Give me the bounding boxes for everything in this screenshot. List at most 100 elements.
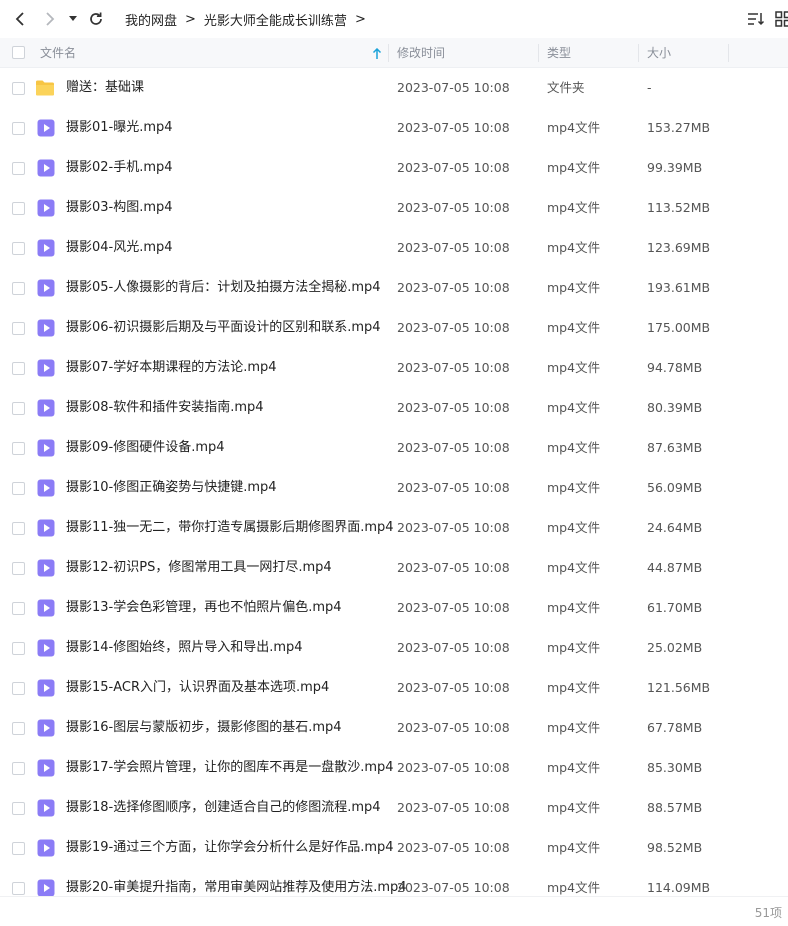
row-checkbox[interactable] — [12, 642, 25, 655]
row-checkbox[interactable] — [12, 842, 25, 855]
sort-ascending-icon[interactable] — [372, 38, 382, 68]
item-count: 51项 — [754, 906, 782, 920]
column-header-mtime[interactable]: 修改时间 — [397, 38, 445, 68]
table-row[interactable]: 赠送：基础课 2023-07-05 10:08 文件夹 - — [0, 68, 788, 108]
file-name[interactable]: 摄影12-初识PS，修图常用工具一网打尽.mp4 — [66, 548, 332, 588]
table-row[interactable]: 摄影08-软件和插件安装指南.mp4 2023-07-05 10:08 mp4文件 8… — [0, 388, 788, 428]
file-name[interactable]: 摄影03-构图.mp4 — [66, 188, 173, 228]
file-name[interactable]: 摄影15-ACR入门，认识界面及基本选项.mp4 — [66, 668, 329, 708]
column-header-name[interactable]: 文件名 — [40, 38, 76, 68]
table-row[interactable]: 摄影13-学会色彩管理，再也不怕照片偏色.mp4 2023-07-05 10:08… — [0, 588, 788, 628]
file-name[interactable]: 摄影19-通过三个方面，让你学会分析什么是好作品.mp4 — [66, 828, 394, 868]
video-file-icon — [37, 719, 55, 737]
row-checkbox[interactable] — [12, 362, 25, 375]
row-checkbox[interactable] — [12, 242, 25, 255]
file-modified-time: 2023-07-05 10:08 — [397, 400, 510, 415]
video-file-icon — [37, 119, 55, 137]
history-dropdown-button[interactable] — [63, 7, 83, 31]
breadcrumb-item-current-folder[interactable]: 光影大师全能成长训练营 — [204, 10, 347, 29]
status-bar: 51项 — [0, 896, 788, 926]
row-checkbox[interactable] — [12, 602, 25, 615]
table-row[interactable]: 摄影15-ACR入门，认识界面及基本选项.mp4 2023-07-05 10:08… — [0, 668, 788, 708]
video-file-icon — [37, 639, 55, 657]
file-name[interactable]: 摄影01-曝光.mp4 — [66, 108, 173, 148]
row-checkbox[interactable] — [12, 402, 25, 415]
file-name[interactable]: 摄影09-修图硬件设备.mp4 — [66, 428, 225, 468]
file-type: mp4文件 — [547, 600, 601, 615]
file-size: 24.64MB — [647, 520, 703, 535]
file-name[interactable]: 摄影14-修图始终，照片导入和导出.mp4 — [66, 628, 303, 668]
file-name[interactable]: 摄影18-选择修图顺序，创建适合自己的修图流程.mp4 — [66, 788, 381, 828]
row-checkbox[interactable] — [12, 882, 25, 895]
grid-view-button[interactable] — [772, 8, 788, 30]
file-name[interactable]: 摄影11-独一无二，带你打造专属摄影后期修图界面.mp4 — [66, 508, 394, 548]
file-name[interactable]: 摄影02-手机.mp4 — [66, 148, 173, 188]
file-size: 88.57MB — [647, 800, 703, 815]
row-checkbox[interactable] — [12, 762, 25, 775]
table-row[interactable]: 摄影12-初识PS，修图常用工具一网打尽.mp4 2023-07-05 10:08… — [0, 548, 788, 588]
row-checkbox[interactable] — [12, 322, 25, 335]
table-row[interactable]: 摄影06-初识摄影后期及与平面设计的区别和联系.mp4 2023-07-05 10… — [0, 308, 788, 348]
row-checkbox[interactable] — [12, 202, 25, 215]
breadcrumb-item-my-drive[interactable]: 我的网盘 — [125, 10, 177, 29]
table-row[interactable]: 摄影16-图层与蒙版初步，摄影修图的基石.mp4 2023-07-05 10:08… — [0, 708, 788, 748]
table-row[interactable]: 摄影19-通过三个方面，让你学会分析什么是好作品.mp4 2023-07-05 1… — [0, 828, 788, 868]
row-checkbox[interactable] — [12, 482, 25, 495]
row-checkbox[interactable] — [12, 722, 25, 735]
column-header-type[interactable]: 类型 — [547, 38, 571, 68]
video-file-icon — [37, 439, 55, 457]
file-type: mp4文件 — [547, 480, 601, 495]
row-checkbox[interactable] — [12, 282, 25, 295]
row-checkbox[interactable] — [12, 162, 25, 175]
file-name[interactable]: 摄影13-学会色彩管理，再也不怕照片偏色.mp4 — [66, 588, 342, 628]
folder-icon — [35, 79, 54, 97]
refresh-button[interactable] — [84, 7, 108, 31]
column-divider[interactable] — [638, 44, 639, 62]
sort-menu-button[interactable] — [745, 8, 767, 30]
table-row[interactable]: 摄影18-选择修图顺序，创建适合自己的修图流程.mp4 2023-07-05 10… — [0, 788, 788, 828]
row-checkbox[interactable] — [12, 802, 25, 815]
column-divider[interactable] — [388, 44, 389, 62]
table-row[interactable]: 摄影01-曝光.mp4 2023-07-05 10:08 mp4文件 153.27MB — [0, 108, 788, 148]
file-name[interactable]: 摄影04-风光.mp4 — [66, 228, 173, 268]
select-all-checkbox[interactable] — [12, 46, 25, 59]
forward-button[interactable] — [38, 7, 62, 31]
file-type: mp4文件 — [547, 760, 601, 775]
row-checkbox[interactable] — [12, 442, 25, 455]
table-row[interactable]: 摄影09-修图硬件设备.mp4 2023-07-05 10:08 mp4文件 87.6… — [0, 428, 788, 468]
file-type: 文件夹 — [547, 80, 585, 95]
table-row[interactable]: 摄影03-构图.mp4 2023-07-05 10:08 mp4文件 113.52MB — [0, 188, 788, 228]
table-row[interactable]: 摄影07-学好本期课程的方法论.mp4 2023-07-05 10:08 mp4文件… — [0, 348, 788, 388]
file-name[interactable]: 摄影10-修图正确姿势与快捷键.mp4 — [66, 468, 277, 508]
file-name[interactable]: 摄影07-学好本期课程的方法论.mp4 — [66, 348, 277, 388]
file-name[interactable]: 赠送：基础课 — [66, 68, 144, 108]
table-row[interactable]: 摄影20-审美提升指南，常用审美网站推荐及使用方法.mp4 2023-07-05 … — [0, 868, 788, 896]
table-row[interactable]: 摄影02-手机.mp4 2023-07-05 10:08 mp4文件 99.39MB — [0, 148, 788, 188]
row-checkbox[interactable] — [12, 122, 25, 135]
file-name[interactable]: 摄影05-人像摄影的背后：计划及拍摄方法全揭秘.mp4 — [66, 268, 381, 308]
file-name[interactable]: 摄影17-学会照片管理，让你的图库不再是一盘散沙.mp4 — [66, 748, 394, 788]
row-checkbox[interactable] — [12, 522, 25, 535]
file-name[interactable]: 摄影06-初识摄影后期及与平面设计的区别和联系.mp4 — [66, 308, 381, 348]
file-type: mp4文件 — [547, 120, 601, 135]
file-name[interactable]: 摄影20-审美提升指南，常用审美网站推荐及使用方法.mp4 — [66, 868, 407, 896]
table-row[interactable]: 摄影10-修图正确姿势与快捷键.mp4 2023-07-05 10:08 mp4文件… — [0, 468, 788, 508]
breadcrumb-separator-icon: > — [354, 12, 366, 27]
row-checkbox[interactable] — [12, 682, 25, 695]
row-checkbox[interactable] — [12, 82, 25, 95]
file-name[interactable]: 摄影16-图层与蒙版初步，摄影修图的基石.mp4 — [66, 708, 342, 748]
table-row[interactable]: 摄影11-独一无二，带你打造专属摄影后期修图界面.mp4 2023-07-05 1… — [0, 508, 788, 548]
table-row[interactable]: 摄影17-学会照片管理，让你的图库不再是一盘散沙.mp4 2023-07-05 1… — [0, 748, 788, 788]
file-name[interactable]: 摄影08-软件和插件安装指南.mp4 — [66, 388, 264, 428]
column-header-size[interactable]: 大小 — [647, 38, 671, 68]
row-checkbox[interactable] — [12, 562, 25, 575]
video-file-icon — [37, 359, 55, 377]
column-divider[interactable] — [538, 44, 539, 62]
table-row[interactable]: 摄影04-风光.mp4 2023-07-05 10:08 mp4文件 123.69MB — [0, 228, 788, 268]
table-row[interactable]: 摄影14-修图始终，照片导入和导出.mp4 2023-07-05 10:08 mp4… — [0, 628, 788, 668]
column-divider[interactable] — [728, 44, 729, 62]
back-button[interactable] — [8, 7, 32, 31]
table-row[interactable]: 摄影05-人像摄影的背后：计划及拍摄方法全揭秘.mp4 2023-07-05 10… — [0, 268, 788, 308]
file-size: 114.09MB — [647, 880, 711, 895]
video-file-icon — [37, 879, 55, 896]
